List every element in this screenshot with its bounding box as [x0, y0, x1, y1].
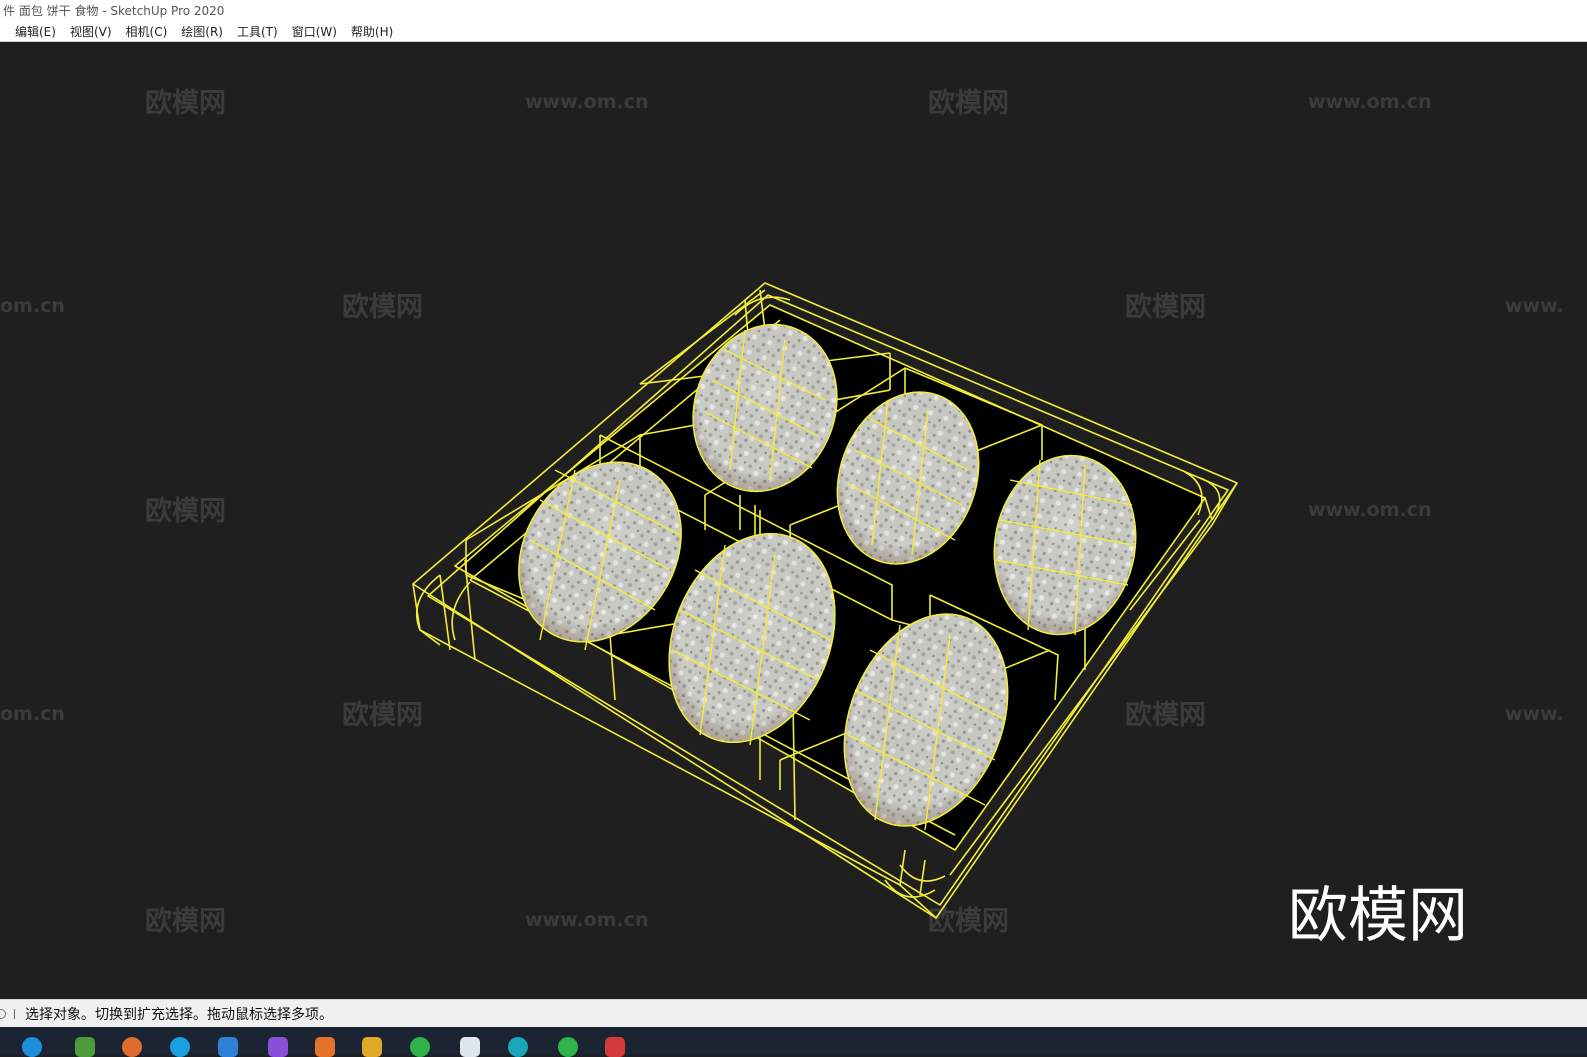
menu-edit[interactable]: 编辑(E) [15, 23, 56, 40]
watermark-url: www.om.cn [525, 91, 649, 113]
menu-bar: 编辑(E) 视图(V) 相机(C) 绘图(R) 工具(T) 窗口(W) 帮助(H… [0, 22, 1587, 42]
app-icon[interactable] [268, 1037, 288, 1057]
menu-view[interactable]: 视图(V) [70, 23, 112, 40]
app-icon[interactable] [315, 1037, 335, 1057]
watermark-logo: 欧模网 [1288, 881, 1468, 951]
title-bar: 件 面包 饼干 食物 - SketchUp Pro 2020 [0, 0, 1587, 22]
3d-viewport[interactable]: 欧模网 www.om.cn 欧模网 www.om.cn om.cn 欧模网 欧模… [0, 43, 1587, 999]
watermark-url: www. [1505, 295, 1564, 317]
app-icon[interactable] [218, 1037, 238, 1057]
watermark-text: 欧模网 [145, 88, 226, 119]
app-icon[interactable] [460, 1037, 480, 1057]
watermark-text: 欧模网 [1125, 700, 1206, 731]
menu-draw[interactable]: 绘图(R) [181, 23, 223, 40]
watermark-text: 欧模网 [1125, 292, 1206, 323]
wechat-icon[interactable] [558, 1037, 578, 1057]
menu-tools[interactable]: 工具(T) [237, 23, 278, 40]
menu-camera[interactable]: 相机(C) [126, 23, 168, 40]
app-icon[interactable] [170, 1037, 190, 1057]
browser-icon[interactable] [22, 1037, 42, 1057]
menu-help[interactable]: 帮助(H) [351, 23, 393, 40]
model-canvas: 欧模网 www.om.cn 欧模网 www.om.cn om.cn 欧模网 欧模… [0, 88, 1564, 951]
taskbar [0, 1027, 1587, 1057]
watermark-text: 欧模网 [342, 700, 423, 731]
watermark-url: om.cn [0, 295, 65, 317]
watermark-url: www. [1505, 703, 1564, 725]
watermark-url: www.om.cn [1308, 499, 1432, 521]
watermark-text: 欧模网 [342, 292, 423, 323]
app-icon[interactable] [508, 1037, 528, 1057]
wechat-icon[interactable] [410, 1037, 430, 1057]
watermark-url: www.om.cn [525, 909, 649, 931]
folder-icon[interactable] [362, 1037, 382, 1057]
window-title: 件 面包 饼干 食物 - SketchUp Pro 2020 [3, 4, 225, 18]
watermark-text: 欧模网 [928, 88, 1009, 119]
watermark-url: www.om.cn [1308, 91, 1432, 113]
status-message: 选择对象。切换到扩充选择。拖动鼠标选择多项。 [25, 1006, 333, 1023]
status-indicator-icon [0, 1008, 6, 1019]
status-divider [14, 1008, 15, 1019]
watermark-url: om.cn [0, 703, 65, 725]
watermark-text: 欧模网 [145, 906, 226, 937]
watermark-text: 欧模网 [145, 496, 226, 527]
app-icon[interactable] [122, 1037, 142, 1057]
menu-window[interactable]: 窗口(W) [292, 23, 337, 40]
app-icon[interactable] [605, 1037, 625, 1057]
status-bar: 选择对象。切换到扩充选择。拖动鼠标选择多项。 [0, 999, 1587, 1027]
app-icon[interactable] [75, 1037, 95, 1057]
